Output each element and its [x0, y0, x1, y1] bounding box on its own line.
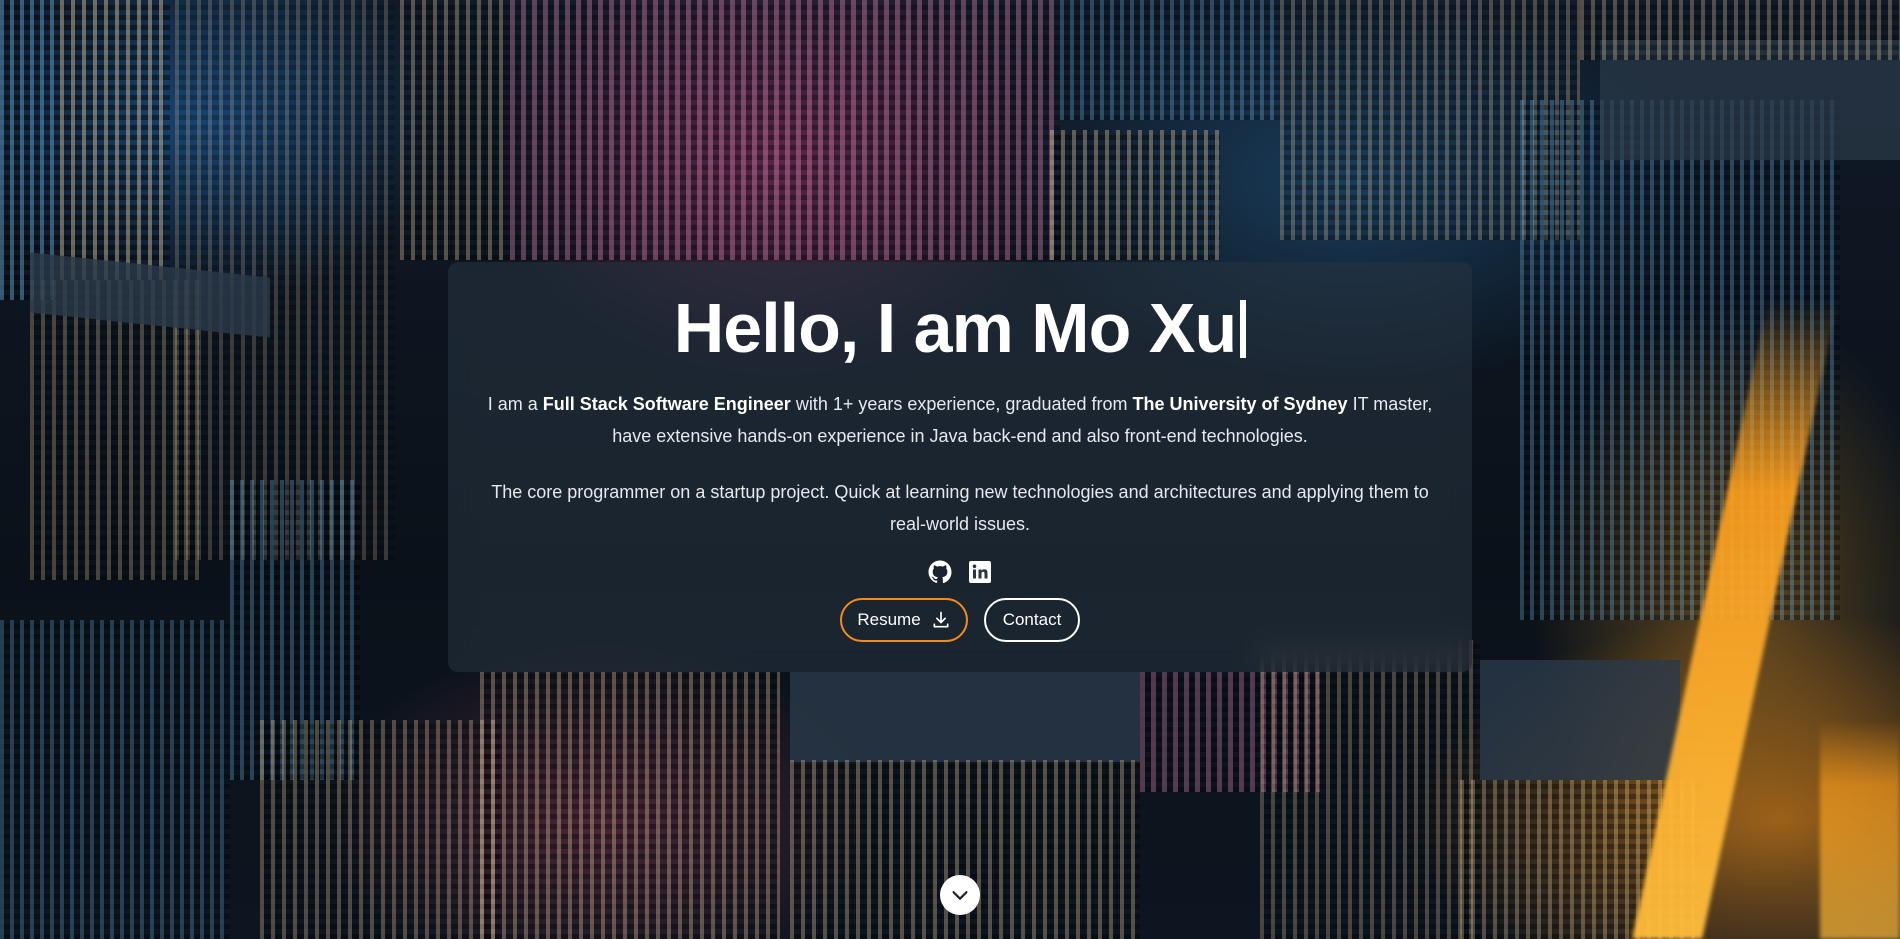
role-highlight: Full Stack Software Engineer	[542, 394, 791, 414]
school-highlight: The University of Sydney	[1132, 394, 1348, 414]
resume-label: Resume	[857, 610, 921, 629]
download-icon	[933, 611, 949, 628]
social-links	[448, 560, 1472, 584]
hero-summary: The core programmer on a startup project…	[491, 482, 1429, 534]
linkedin-link[interactable]	[968, 560, 992, 584]
hero-card: Hello, I am Mo Xu I am a Full Stack Soft…	[448, 262, 1472, 672]
linkedin-icon	[969, 561, 991, 583]
typing-cursor	[1240, 300, 1247, 358]
resume-button[interactable]: Resume	[840, 598, 968, 642]
github-link[interactable]	[928, 560, 952, 584]
github-icon	[928, 560, 952, 584]
contact-button[interactable]: Contact	[984, 598, 1080, 642]
hero-intro: I am a Full Stack Software Engineer with…	[487, 394, 1433, 446]
hero-actions: Resume Contact	[448, 598, 1472, 642]
contact-label: Contact	[1002, 610, 1062, 629]
chevron-down-icon	[952, 891, 968, 900]
hero-title: Hello, I am Mo Xu	[448, 288, 1472, 368]
scroll-down-button[interactable]	[940, 875, 980, 915]
